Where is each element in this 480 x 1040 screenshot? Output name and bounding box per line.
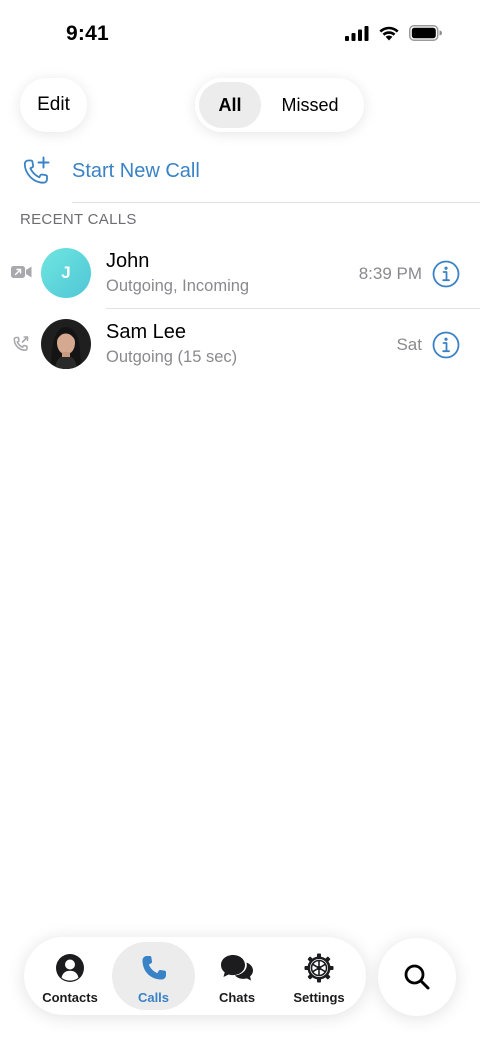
tab-chats[interactable]: Chats xyxy=(197,942,277,1010)
divider xyxy=(72,202,480,203)
status-icons xyxy=(345,25,442,41)
call-detail: Outgoing (15 sec) xyxy=(106,348,238,366)
call-detail: Outgoing, Incoming xyxy=(106,277,250,295)
info-icon[interactable] xyxy=(432,331,460,359)
call-time: Sat xyxy=(396,335,422,354)
avatar xyxy=(41,319,91,369)
profile-photo xyxy=(41,319,91,369)
tab-settings[interactable]: Settings xyxy=(279,942,359,1010)
tab-label: Contacts xyxy=(42,990,98,1005)
tab-label: Chats xyxy=(218,990,256,1005)
status-bar: 9:41 xyxy=(0,0,480,72)
contact-name: John xyxy=(106,250,150,272)
gear-icon xyxy=(304,953,334,983)
start-new-call-label: Start New Call xyxy=(72,160,200,182)
person-circle-icon xyxy=(56,954,84,982)
tab-contacts[interactable]: Contacts xyxy=(30,942,110,1010)
chat-bubbles-icon xyxy=(221,955,253,981)
info-icon[interactable] xyxy=(432,260,460,288)
wifi-icon xyxy=(379,26,399,41)
edit-button[interactable]: Edit xyxy=(20,78,87,132)
cellular-signal-icon xyxy=(345,25,369,41)
call-filter-segmented-control: All Missed xyxy=(195,78,364,132)
search-button[interactable] xyxy=(378,938,456,1016)
video-call-icon xyxy=(11,266,32,278)
tab-label: Calls xyxy=(137,990,170,1005)
call-row[interactable]: J John Outgoing, Incoming 8:39 PM xyxy=(0,238,480,308)
avatar-initial: J xyxy=(41,248,91,298)
search-icon xyxy=(404,964,430,990)
tab-calls[interactable]: Calls xyxy=(112,942,195,1010)
avatar: J xyxy=(41,248,91,298)
phone-icon xyxy=(142,956,166,980)
segment-missed[interactable]: Missed xyxy=(261,82,359,128)
call-row[interactable]: Sam Lee Outgoing (15 sec) Sat xyxy=(0,309,480,379)
contact-name: Sam Lee xyxy=(106,321,187,343)
battery-icon xyxy=(409,25,442,41)
status-time: 9:41 xyxy=(66,22,109,45)
tab-bar: Contacts Calls Chats Settings xyxy=(24,937,366,1015)
section-header-recent-calls: RECENT CALLS xyxy=(20,211,137,228)
call-time: 8:39 PM xyxy=(358,264,422,283)
segment-all[interactable]: All xyxy=(199,82,261,128)
outgoing-phone-icon xyxy=(13,336,29,351)
phone-plus-icon xyxy=(23,156,50,184)
tab-label: Settings xyxy=(293,990,345,1005)
